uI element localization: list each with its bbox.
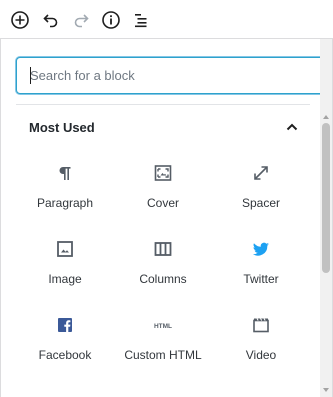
block-item-paragraph[interactable]: Paragraph <box>16 151 114 227</box>
block-item-image[interactable]: Image <box>16 227 114 303</box>
cover-icon <box>151 161 175 185</box>
block-item-video[interactable]: Video <box>212 303 310 379</box>
block-search-input[interactable] <box>17 58 323 93</box>
text-caret <box>30 67 31 84</box>
block-item-custom-html[interactable]: HTML Custom HTML <box>114 303 212 379</box>
undo-button[interactable] <box>39 8 63 32</box>
divider <box>16 104 310 105</box>
block-search-field[interactable] <box>16 57 324 94</box>
block-label: Cover <box>146 196 179 210</box>
block-label: Twitter <box>243 272 279 286</box>
block-item-twitter[interactable]: Twitter <box>212 227 310 303</box>
most-used-panel-header[interactable]: Most Used <box>16 109 310 145</box>
facebook-icon <box>53 313 77 337</box>
scrollbar-thumb[interactable] <box>322 123 330 273</box>
image-icon <box>53 237 77 261</box>
editor-toolbar <box>0 0 333 38</box>
info-button[interactable] <box>99 8 123 32</box>
block-label: Custom HTML <box>124 348 202 362</box>
info-icon <box>102 11 120 29</box>
redo-icon <box>74 14 89 28</box>
list-view-icon <box>135 14 147 28</box>
block-label: Columns <box>139 272 187 286</box>
add-block-icon <box>11 11 29 29</box>
block-item-spacer[interactable]: Spacer <box>212 151 310 227</box>
block-label: Paragraph <box>36 196 94 210</box>
block-label: Facebook <box>38 348 92 362</box>
scroll-down-arrow-icon[interactable] <box>322 386 330 394</box>
scrollbar[interactable] <box>320 39 332 397</box>
block-label: Video <box>245 348 277 362</box>
undo-icon <box>43 14 58 28</box>
block-item-facebook[interactable]: Facebook <box>16 303 114 379</box>
chevron-up-icon[interactable] <box>284 119 300 135</box>
redo-button[interactable] <box>69 8 93 32</box>
block-label: Spacer <box>241 196 281 210</box>
block-inserter-popover: Most Used Paragraph Cover <box>0 38 333 397</box>
twitter-icon <box>249 237 273 261</box>
list-view-button[interactable] <box>129 8 153 32</box>
html-icon: HTML <box>151 313 175 337</box>
columns-icon <box>151 237 175 261</box>
spacer-icon <box>249 161 273 185</box>
paragraph-icon <box>53 161 77 185</box>
scroll-up-arrow-icon[interactable] <box>322 113 330 121</box>
html-icon-text: HTML <box>154 323 172 330</box>
block-label: Image <box>48 272 82 286</box>
block-item-cover[interactable]: Cover <box>114 151 212 227</box>
video-icon <box>249 313 273 337</box>
add-block-button[interactable] <box>8 8 32 32</box>
panel-title: Most Used <box>29 120 95 135</box>
block-item-columns[interactable]: Columns <box>114 227 212 303</box>
